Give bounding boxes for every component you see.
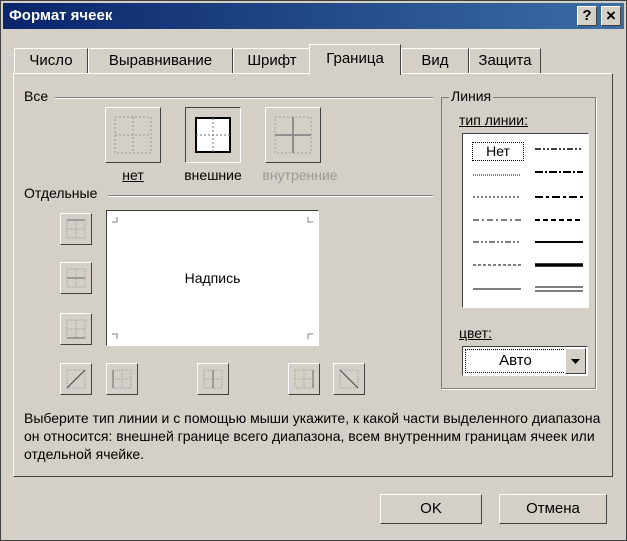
presets-separator [55,97,433,99]
border-inner-horizontal-icon [66,268,86,288]
border-left-icon [112,369,132,389]
line-color-select[interactable]: Авто [462,346,588,376]
border-none-icon [114,116,152,154]
preset-inside-button[interactable] [265,107,321,163]
border-diagonal-down-button[interactable] [333,363,365,395]
border-inner-horizontal-button[interactable] [60,262,92,294]
diagonal-down-icon [339,369,359,389]
chevron-down-icon [571,359,580,364]
line-group-label: Линия [449,88,494,104]
border-right-icon [294,369,314,389]
border-right-button[interactable] [288,363,320,395]
preset-none-button[interactable] [105,107,161,163]
border-bottom-button[interactable] [60,313,92,345]
border-inside-icon [274,116,312,154]
hint-text: Выберите тип линии и с помощью мыши укаж… [24,410,601,462]
border-bottom-icon [66,319,86,339]
border-inner-vertical-icon [203,369,223,389]
preset-outline-label: внешние [184,167,242,183]
border-inner-vertical-button[interactable] [197,363,229,395]
border-top-icon [66,219,86,239]
color-dropdown-button[interactable] [565,348,586,374]
presets-label: Все [22,88,51,104]
line-color-value: Авто [465,349,566,373]
preset-none-label: нет [122,167,144,183]
preset-inside-label: внутренние [262,167,338,183]
preview-text: Надпись [184,270,241,286]
border-top-button[interactable] [60,213,92,245]
line-style-samples [473,148,583,292]
border-outline-icon [195,117,231,153]
line-style-label: тип линии: [459,112,528,128]
line-style-list[interactable]: Нет [462,133,589,308]
preset-outline-button[interactable] [185,107,241,163]
individual-label: Отдельные [22,185,100,201]
cancel-button[interactable]: Отмена [499,494,607,524]
ok-button[interactable]: OK [380,494,482,524]
border-preview[interactable]: Надпись [106,210,319,346]
line-color-label: цвет: [459,325,492,341]
individual-separator [108,195,433,197]
border-diagonal-up-button[interactable] [60,363,92,395]
border-left-button[interactable] [106,363,138,395]
diagonal-up-icon [66,369,86,389]
